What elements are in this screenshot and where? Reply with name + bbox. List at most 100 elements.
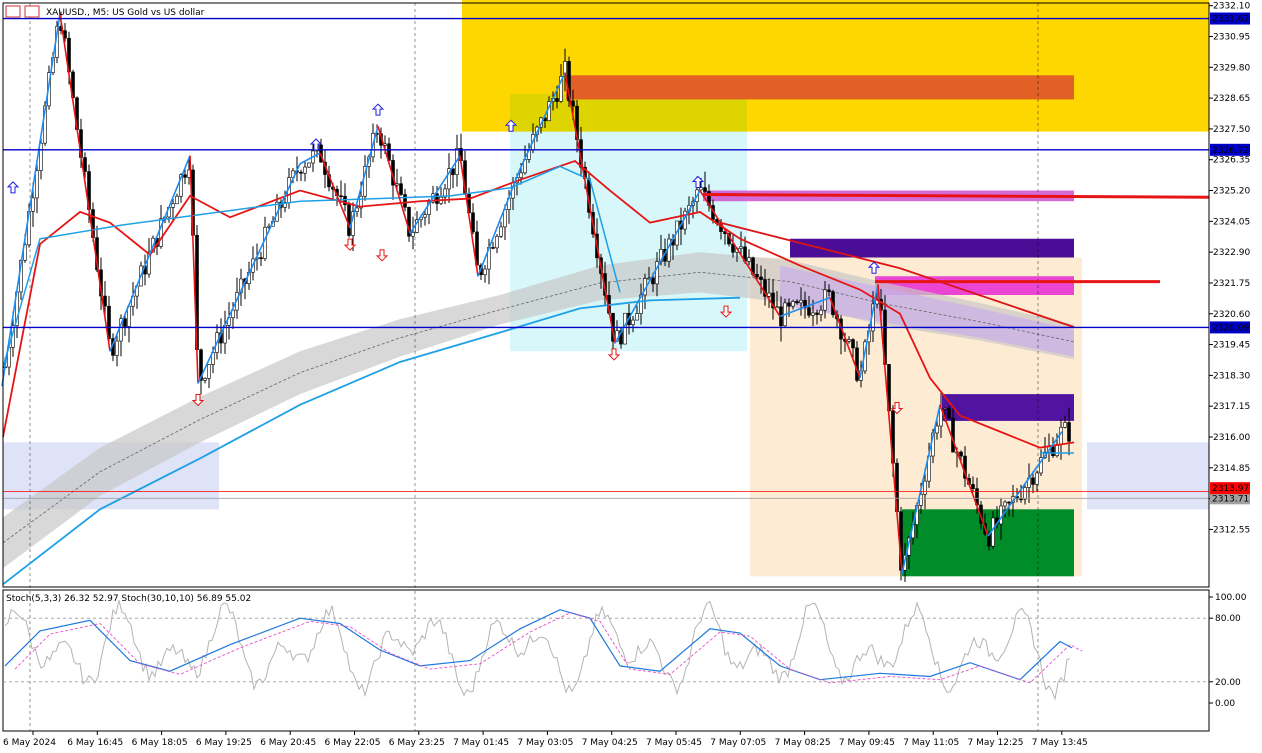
candle-body xyxy=(1007,501,1011,504)
time-tick-label: 6 May 23:25 xyxy=(389,738,445,748)
time-tick-label: 7 May 09:45 xyxy=(839,738,895,748)
candle-body xyxy=(943,407,947,410)
candle-body xyxy=(747,257,751,262)
zigzag-segment xyxy=(299,152,321,165)
candle-body xyxy=(767,292,771,297)
lavender-zone-right xyxy=(1087,442,1209,510)
zigzag-segment xyxy=(409,155,461,234)
chart-type-icon xyxy=(5,5,21,18)
time-tick-label: 7 May 03:05 xyxy=(517,738,573,748)
candle-body xyxy=(303,166,307,174)
price-tick-label: 2324.05 xyxy=(1213,217,1250,227)
candle-body xyxy=(935,425,939,434)
time-tick-label: 6 May 2024 xyxy=(3,738,56,748)
price-tick-label: 2325.20 xyxy=(1213,187,1250,197)
candle-body xyxy=(299,171,303,174)
candle-body xyxy=(759,276,763,280)
candle-body xyxy=(171,203,175,208)
candle-body xyxy=(411,232,415,237)
candle-body xyxy=(1035,472,1039,485)
candle-body xyxy=(435,193,439,204)
candle-body xyxy=(1019,498,1023,501)
ask-price-tag: 2313.97 xyxy=(1210,482,1250,495)
price-tick-label: 2319.45 xyxy=(1213,341,1250,351)
candle-body xyxy=(1063,422,1067,428)
candle-body xyxy=(819,309,823,315)
candle-body xyxy=(631,319,635,325)
chart-header: XAUUSD., M5: US Gold vs US dollar xyxy=(5,5,205,18)
candle-body xyxy=(791,301,795,307)
candle-body xyxy=(399,183,403,195)
candle-body xyxy=(1067,422,1071,442)
time-tick-label: 7 May 01:45 xyxy=(453,738,509,748)
candle-body xyxy=(991,517,995,547)
price-tick-label: 2322.90 xyxy=(1213,248,1250,258)
candle-body xyxy=(499,226,503,237)
candle-body xyxy=(183,174,187,178)
candle-body xyxy=(347,204,351,236)
price-tick-label: 2330.95 xyxy=(1213,32,1250,42)
candle-body xyxy=(103,295,107,307)
price-tick-label: 2316.00 xyxy=(1213,433,1250,443)
candle-body xyxy=(811,312,815,316)
price-axis: 2332.10 2330.95 2329.80 2328.65 2327.50 2326.… xyxy=(1209,2,1250,535)
purple-zone-upper xyxy=(790,238,1074,258)
candle-body xyxy=(739,246,743,249)
candle-body xyxy=(703,187,707,192)
stochastic-oscillator: Stoch(5,3,3) 26.32 52.97 Stoch(30,10,10)… xyxy=(3,593,1247,709)
down-arrow-icon xyxy=(375,249,389,262)
candle-body xyxy=(1051,446,1055,457)
ask-price-tag-label: 2313.97 xyxy=(1212,484,1249,494)
candle-body xyxy=(855,347,859,381)
symbol-label: XAUUSD., M5: US Gold vs US dollar xyxy=(46,8,205,18)
time-tick-label: 7 May 13:45 xyxy=(1032,738,1088,748)
price-tick-label: 2327.50 xyxy=(1213,125,1250,135)
candle-body xyxy=(423,214,427,218)
candle-body xyxy=(35,170,39,199)
candle-body xyxy=(207,364,211,379)
oscillator-tick-label: 100.00 xyxy=(1215,593,1247,603)
candle-body xyxy=(495,236,499,249)
candle-body xyxy=(175,195,179,205)
price-tick-label: 2317.15 xyxy=(1213,402,1250,412)
price-tick-label: 2332.10 xyxy=(1213,2,1250,12)
candle-body xyxy=(403,194,407,208)
candle-body xyxy=(83,157,87,172)
stoch-slow-line xyxy=(4,609,1073,681)
candle-body xyxy=(651,277,655,285)
level-price-tag-label: 2326.72 xyxy=(1212,146,1249,156)
time-tick-label: 7 May 08:25 xyxy=(775,738,831,748)
candle-body xyxy=(203,378,207,381)
oscillator-tick-label: 20.00 xyxy=(1215,678,1241,688)
candle-body xyxy=(667,238,671,262)
candle-body xyxy=(555,98,559,102)
candle-body xyxy=(519,172,523,178)
level-price-tag: 2326.72 xyxy=(1210,143,1250,156)
candle-body xyxy=(31,197,35,212)
price-chart[interactable]: XAUUSD., M5: US Gold vs US dollar 2332.10… xyxy=(0,0,1262,753)
price-tick-label: 2318.30 xyxy=(1213,371,1250,381)
candle-body xyxy=(775,306,779,309)
level-price-tag: 2320.09 xyxy=(1210,321,1250,334)
candle-body xyxy=(951,417,955,453)
zigzag-segment xyxy=(459,155,479,277)
time-tick-label: 6 May 22:05 xyxy=(325,738,381,748)
candle-body xyxy=(491,247,495,249)
time-tick-label: 6 May 16:45 xyxy=(67,738,123,748)
candle-body xyxy=(971,484,975,489)
price-tick-label: 2314.85 xyxy=(1213,464,1250,474)
time-tick-label: 6 May 20:45 xyxy=(260,738,316,748)
time-tick-label: 7 May 12:25 xyxy=(968,738,1024,748)
time-tick-label: 7 May 11:05 xyxy=(903,738,959,748)
candle-body xyxy=(755,274,759,278)
oscillator-label: Stoch(5,3,3) 26.32 52.97 Stoch(30,10,10)… xyxy=(6,594,251,604)
zigzag-segment xyxy=(197,163,301,384)
candle-body xyxy=(635,313,639,321)
order-block-zone xyxy=(566,75,1074,100)
time-tick-label: 7 May 04:25 xyxy=(582,738,638,748)
time-tick-label: 7 May 07:05 xyxy=(710,738,766,748)
level-price-tag: 2331.62 xyxy=(1210,12,1250,25)
candle-body xyxy=(1059,427,1063,445)
candle-body xyxy=(923,480,927,495)
price-tick-label: 2329.80 xyxy=(1213,63,1250,73)
